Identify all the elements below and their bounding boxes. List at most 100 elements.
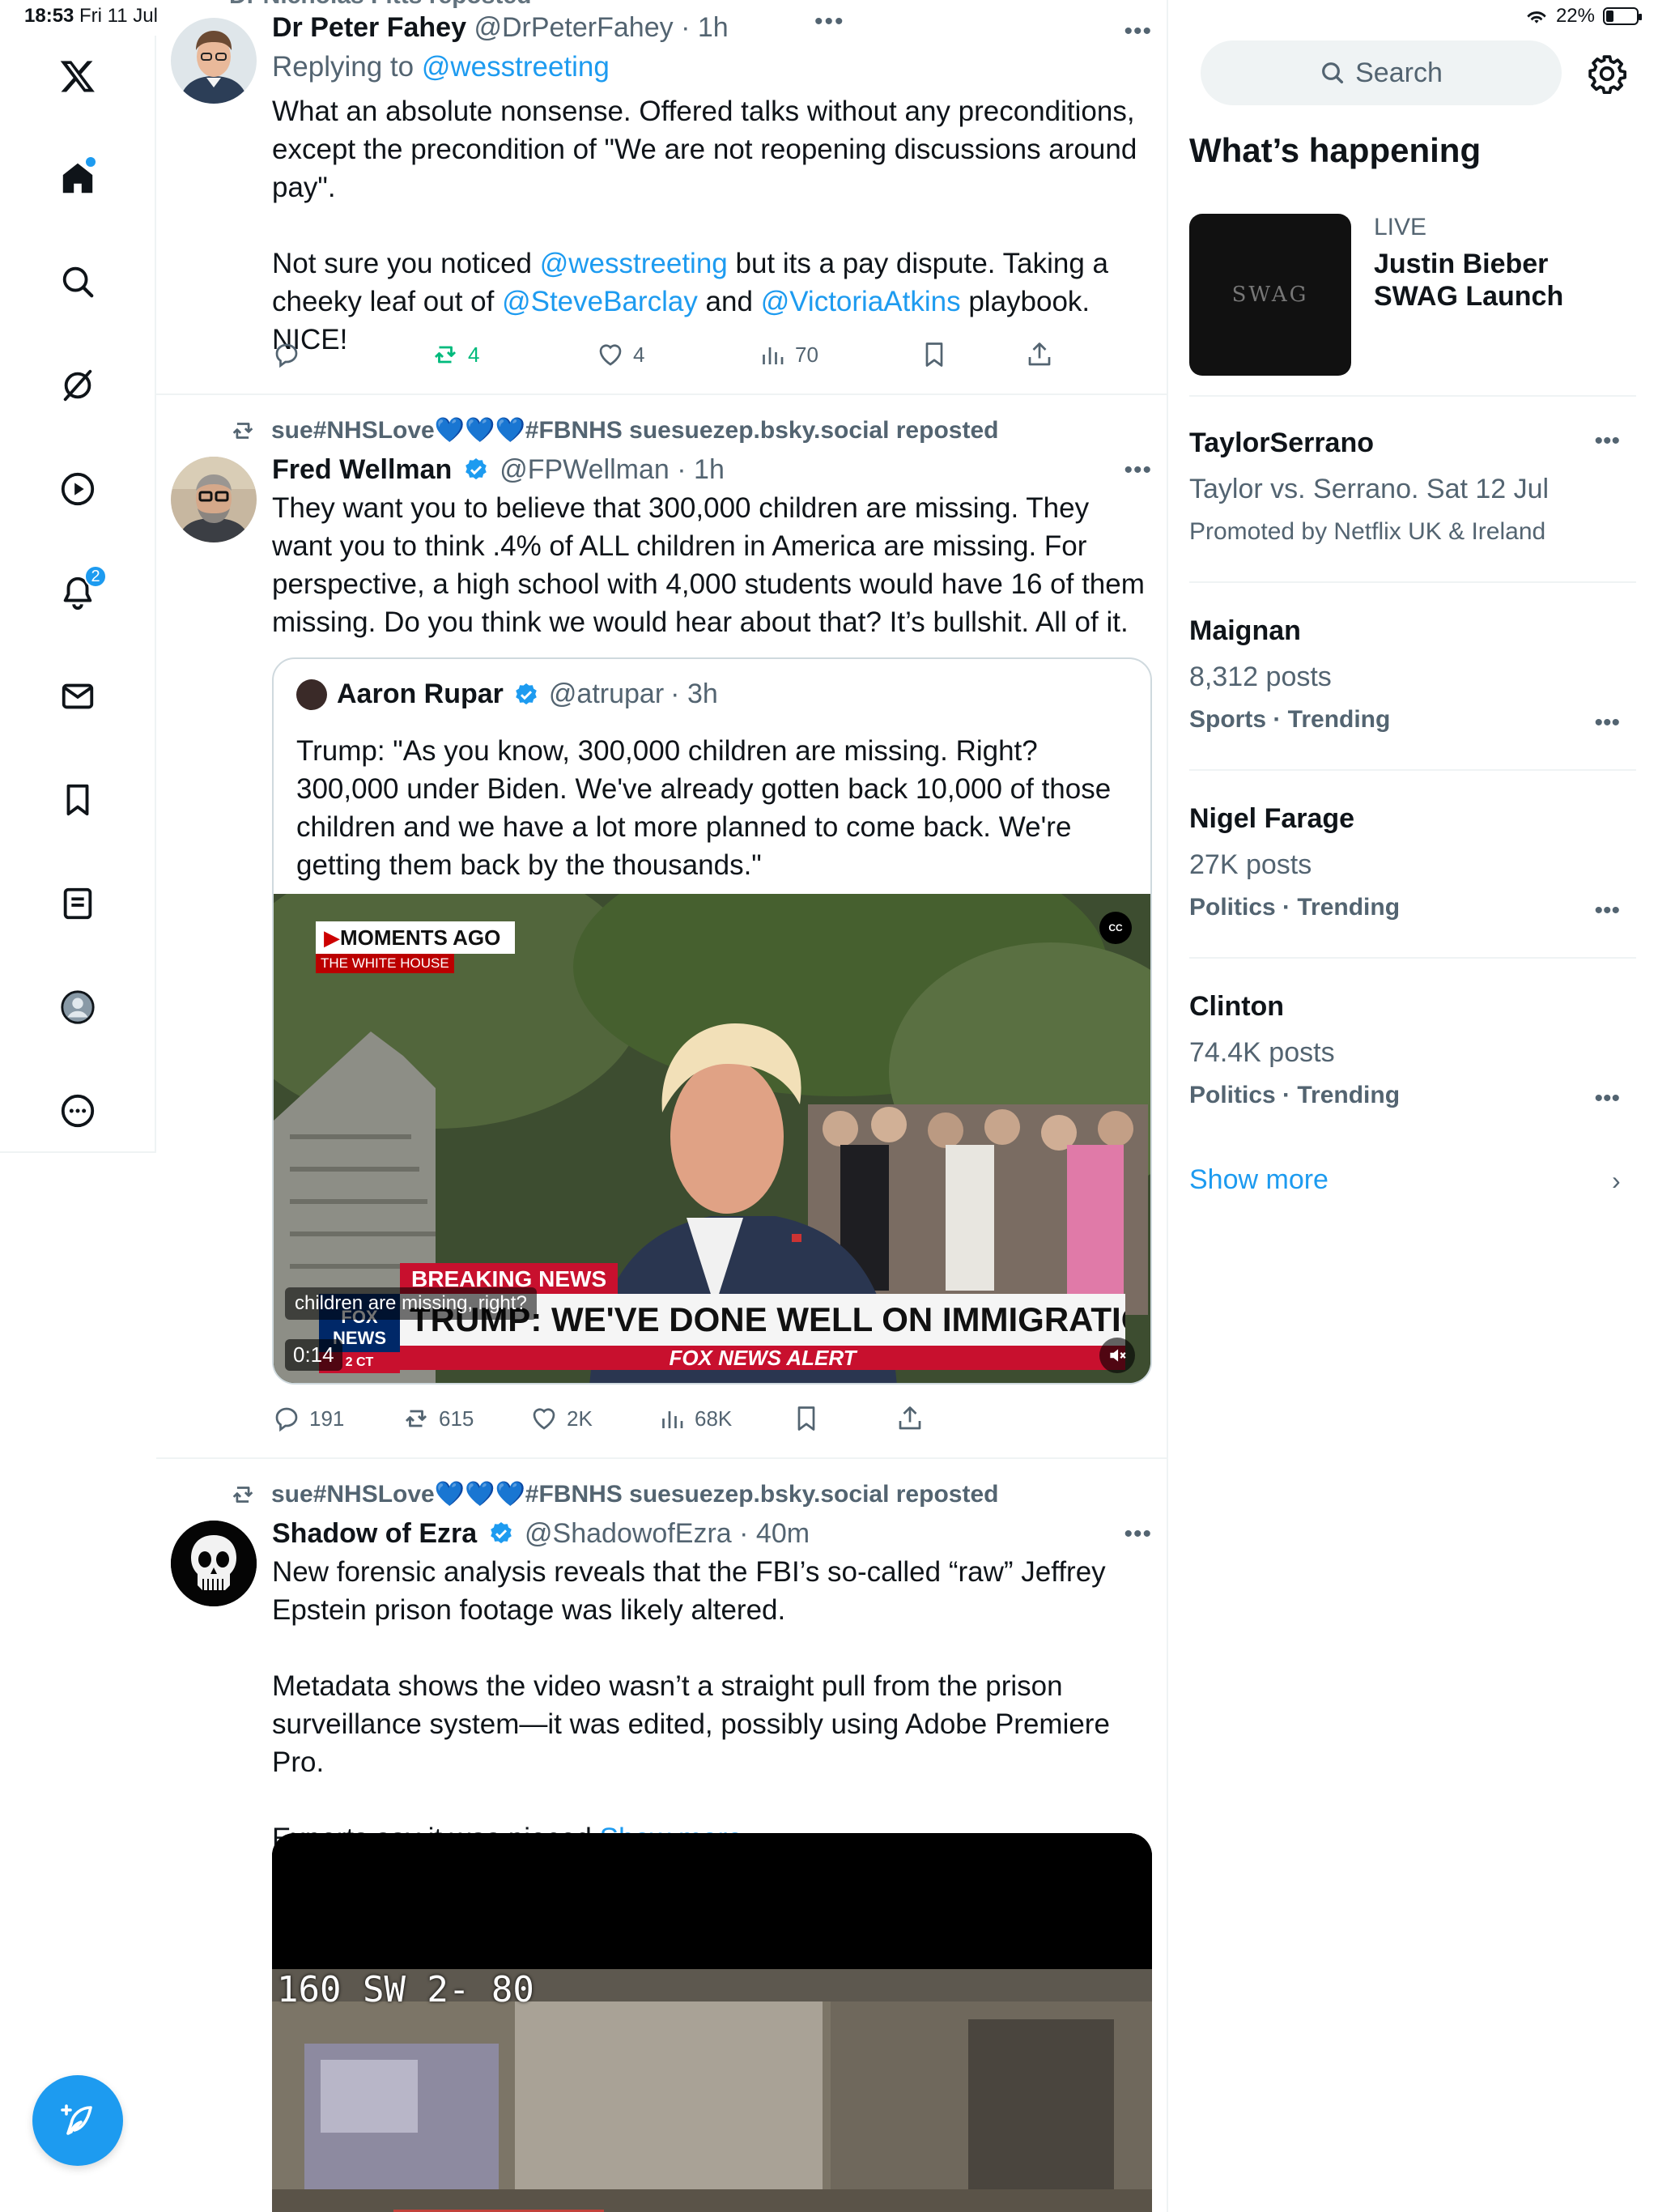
trend-more-icon[interactable]: ••• [1594, 1085, 1620, 1112]
reply-button[interactable] [272, 340, 309, 369]
heart-icon [533, 1408, 555, 1430]
tweet-more-icon[interactable]: ••• [1124, 457, 1152, 484]
trend-item[interactable]: TaylorSerrano Taylor vs. Serrano. Sat 12… [1189, 428, 1636, 546]
trend-item[interactable]: Nigel Farage 27K posts Politics · Trendi… [1189, 803, 1636, 924]
trend-item[interactable]: Clinton 74.4K posts Politics · Trending … [1189, 991, 1636, 1112]
notifications-badge: 2 [84, 565, 107, 588]
tweet-card[interactable]: sue#NHSLove💙💙💙#FBNHS suesuezep.bsky.soci… [156, 1459, 1167, 2212]
quote-video[interactable]: ▶MOMENTS AGO THE WHITE HOUSE CC BREAKING… [274, 894, 1150, 1383]
like-button[interactable]: 2K [529, 1404, 593, 1433]
right-sidebar: Search What’s happening SWAG LIVE Justin… [1170, 0, 1658, 2212]
tweet-header: Dr Peter Fahey @DrPeterFahey · 1h [272, 11, 1146, 44]
tweet-card[interactable]: Dr Nicholas Fitts reposted Dr Peter Fahe… [156, 0, 1167, 393]
quote-author-handle[interactable]: @atrupar [549, 678, 664, 710]
replying-prefix: Replying to [272, 51, 422, 83]
fox-news-alert: FOX NEWS ALERT [400, 1346, 1125, 1370]
author-name[interactable]: Shadow of Ezra [272, 1518, 477, 1549]
mention-link[interactable]: @VictoriaAtkins [761, 286, 961, 317]
timeline: Dr Nicholas Fitts reposted Dr Peter Fahe… [156, 0, 1168, 2212]
avatar[interactable] [171, 457, 257, 542]
explore-search-icon[interactable] [55, 259, 100, 304]
author-handle[interactable]: @DrPeterFahey [474, 12, 673, 43]
show-more-link[interactable]: Show more [1189, 1164, 1329, 1196]
reposted-by-text[interactable]: sue#NHSLove💙💙💙#FBNHS suesuezep.bsky.soci… [271, 1480, 998, 1508]
avatar[interactable] [171, 18, 257, 104]
text-span: Not sure you noticed [272, 248, 540, 279]
lists-icon[interactable] [55, 881, 100, 926]
trend-more-icon[interactable]: ••• [1594, 428, 1620, 455]
share-button[interactable] [895, 1404, 925, 1433]
quoted-tweet[interactable]: Aaron Rupar @atrupar · 3h Trump: "As you… [272, 657, 1152, 1385]
live-event-thumbnail[interactable]: SWAG [1189, 214, 1351, 376]
bookmark-button[interactable] [792, 1404, 821, 1433]
trend-name: TaylorSerrano [1189, 428, 1375, 458]
tweet-time[interactable]: · 40m [739, 1518, 810, 1549]
views-chart-icon [763, 347, 784, 364]
tweet-time[interactable]: · 1h [677, 454, 725, 485]
tweet-card[interactable]: sue#NHSLove💙💙💙#FBNHS suesuezep.bsky.soci… [156, 395, 1167, 1457]
trend-more-icon[interactable]: ••• [1594, 709, 1620, 737]
mention-link[interactable]: @wesstreeting [540, 248, 728, 279]
tweet-time[interactable]: · 1h [681, 12, 729, 43]
status-time: 18:53 [24, 5, 74, 27]
settings-gear-icon[interactable] [1587, 53, 1627, 94]
repost-button[interactable]: 4 [431, 340, 479, 369]
reposted-by-text[interactable]: sue#NHSLove💙💙💙#FBNHS suesuezep.bsky.soci… [271, 416, 998, 445]
trend-more-icon[interactable]: ••• [1594, 897, 1620, 925]
divider [1189, 957, 1636, 959]
divider [1189, 769, 1636, 771]
views-button[interactable]: 70 [758, 340, 818, 369]
divider [1189, 581, 1636, 583]
more-options-icon[interactable] [55, 1088, 100, 1134]
grok-icon[interactable] [55, 363, 100, 408]
author-handle[interactable]: @FPWellman [500, 454, 670, 485]
mention-link[interactable]: @SteveBarclay [502, 286, 698, 317]
views-button[interactable]: 68K [657, 1404, 732, 1433]
trend-subtitle: 8,312 posts [1189, 661, 1332, 692]
home-icon[interactable] [55, 155, 100, 201]
notifications-bell-icon[interactable]: 2 [55, 565, 107, 615]
bookmarks-icon[interactable] [55, 777, 100, 823]
closed-captions-icon[interactable]: CC [1099, 912, 1132, 944]
video-play-icon[interactable] [55, 466, 100, 512]
white-house-tag: THE WHITE HOUSE [316, 954, 454, 973]
avatar[interactable] [171, 1521, 257, 1606]
repost-button[interactable]: 615 [402, 1404, 474, 1433]
tweet-more-icon[interactable]: ••• [1124, 18, 1152, 45]
author-name[interactable]: Fred Wellman [272, 454, 452, 485]
search-input[interactable]: Search [1201, 40, 1562, 105]
replying-to: Replying to @wesstreeting [272, 49, 1146, 86]
replying-to-link[interactable]: @wesstreeting [422, 51, 610, 83]
profile-icon[interactable] [55, 985, 100, 1030]
share-button[interactable] [1025, 340, 1054, 369]
x-logo-icon[interactable] [55, 53, 100, 99]
chevron-right-icon[interactable]: › [1612, 1166, 1621, 1196]
moments-ago-banner: ▶MOMENTS AGO [316, 921, 515, 954]
reply-count: 191 [309, 1406, 345, 1431]
mute-icon[interactable] [1099, 1338, 1135, 1373]
tweet-more-icon[interactable]: ••• [1124, 1521, 1152, 1548]
tweet-paragraph: New forensic analysis reveals that the F… [272, 1556, 1106, 1626]
search-icon [1322, 62, 1344, 84]
tweet-text: New forensic analysis reveals that the F… [272, 1553, 1146, 1857]
messages-envelope-icon[interactable] [55, 674, 100, 719]
quote-author-name[interactable]: Aaron Rupar [337, 678, 504, 710]
moments-ago-text: MOMENTS AGO [340, 925, 501, 950]
quote-avatar[interactable] [296, 678, 327, 710]
tweet-video[interactable]: 160 SW 2- 80 [272, 1833, 1152, 2212]
reply-button[interactable]: 191 [272, 1404, 344, 1433]
trend-subtitle: 27K posts [1189, 849, 1312, 880]
trend-item[interactable]: Maignan 8,312 posts Sports · Trending ••… [1189, 615, 1636, 737]
repost-icon [434, 346, 457, 364]
compose-post-button[interactable] [32, 2075, 123, 2166]
quote-time: · 3h [670, 678, 718, 709]
repost-icon [232, 422, 253, 439]
share-icon [1028, 342, 1051, 366]
author-handle[interactable]: @ShadowofEzra [525, 1518, 732, 1549]
repost-icon [232, 1486, 253, 1503]
bookmark-button[interactable] [920, 340, 949, 369]
divider [1189, 395, 1636, 397]
live-event-title[interactable]: Justin Bieber SWAG Launch [1374, 248, 1601, 313]
author-name[interactable]: Dr Peter Fahey [272, 12, 466, 43]
like-button[interactable]: 4 [596, 340, 644, 369]
